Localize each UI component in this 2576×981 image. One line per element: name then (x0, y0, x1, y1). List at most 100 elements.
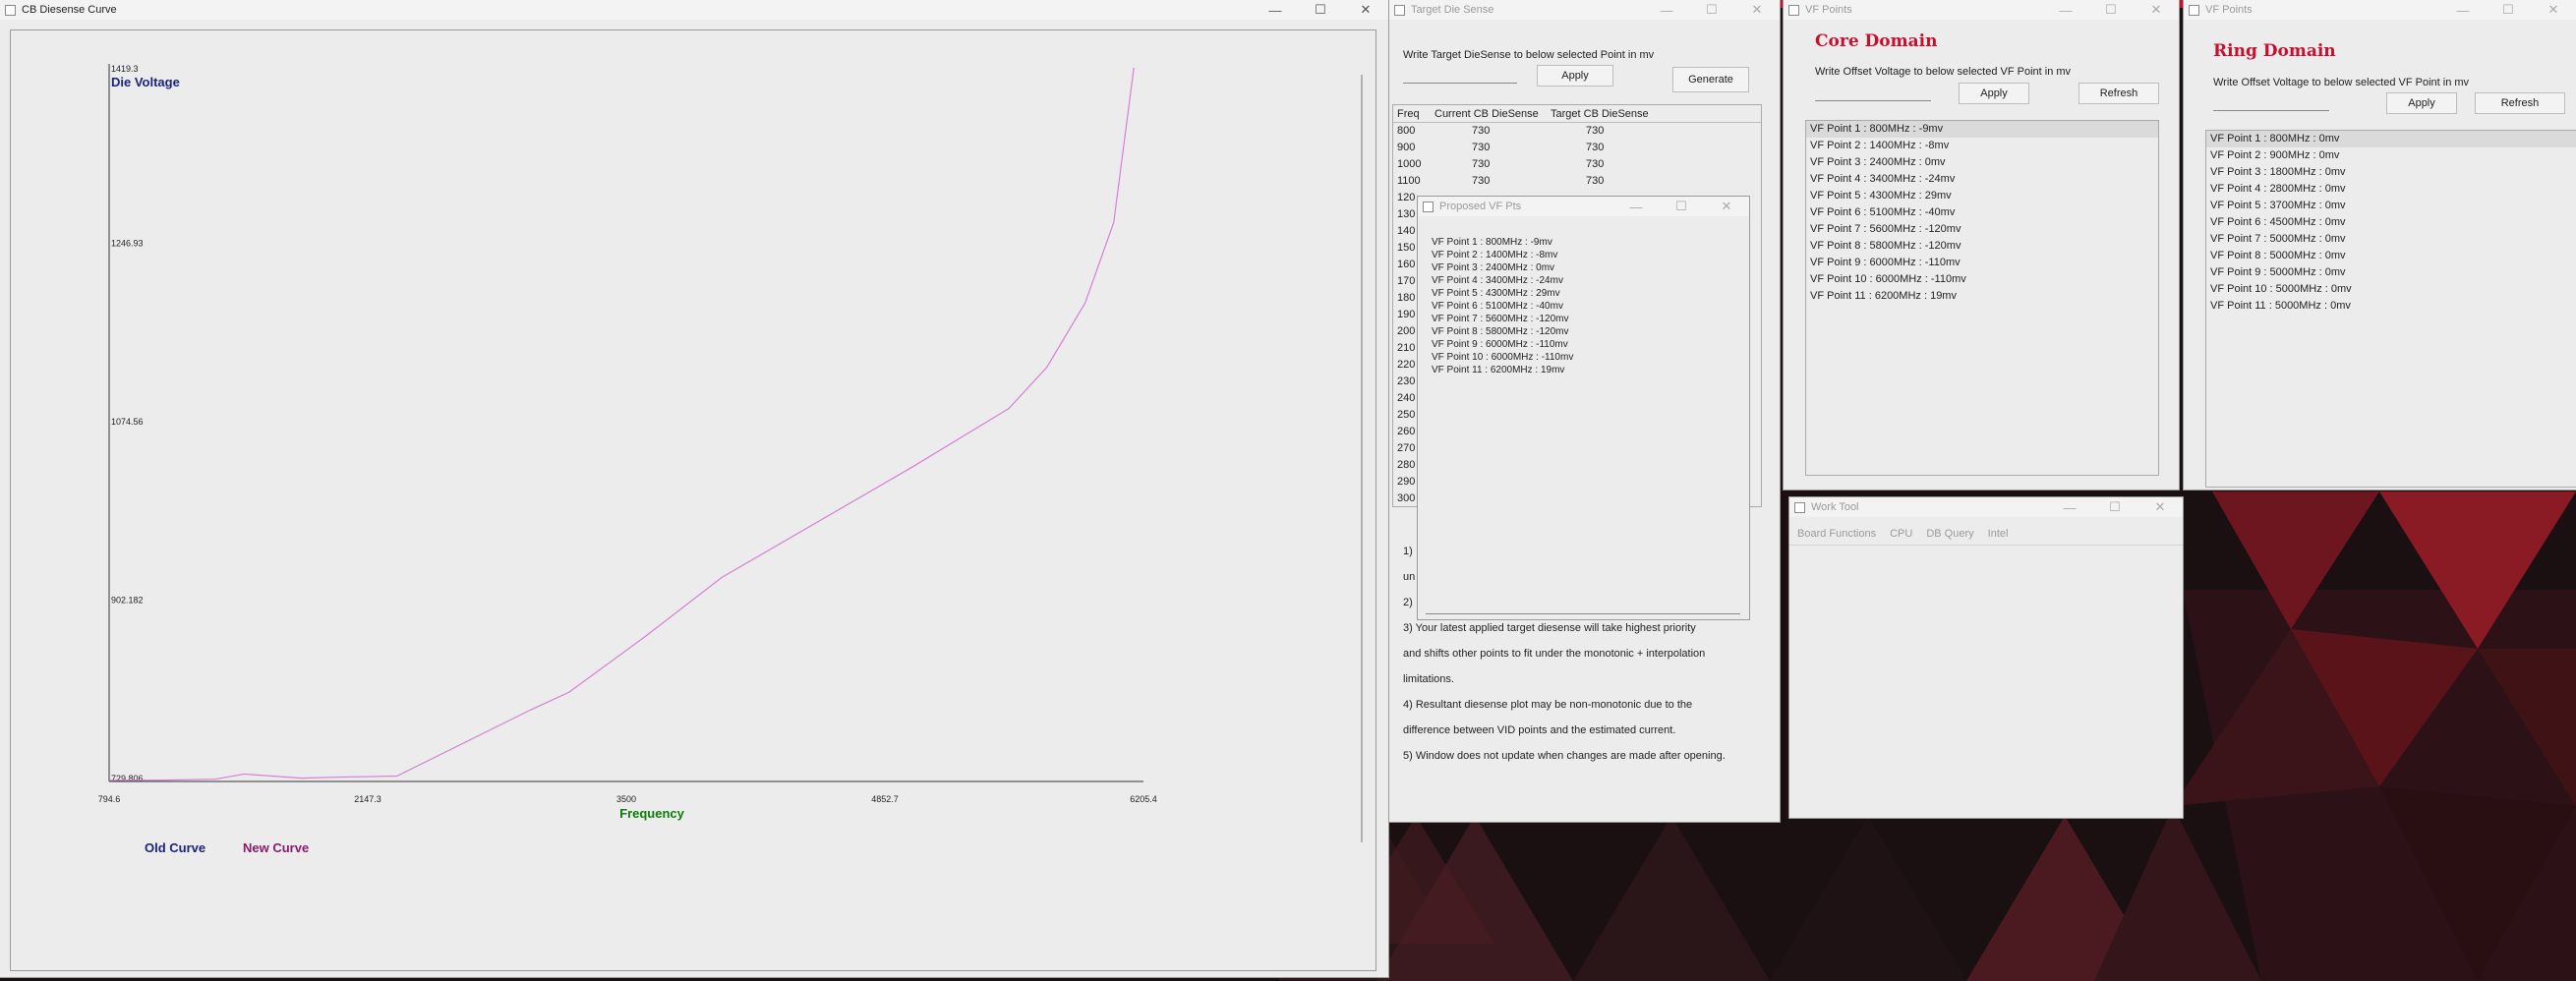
core-offset-input[interactable] (1815, 87, 1931, 101)
close-icon[interactable]: ✕ (1704, 197, 1749, 216)
close-icon[interactable]: ✕ (1734, 0, 1780, 20)
menu-intel[interactable]: Intel (1988, 523, 2009, 545)
list-item[interactable]: VF Point 5 : 3700MHz : 0mv (2206, 198, 2576, 214)
list-item[interactable]: VF Point 9 : 6000MHz : -110mv (1806, 255, 2158, 271)
list-item[interactable]: VF Point 7 : 5000MHz : 0mv (2206, 231, 2576, 248)
app-icon (1794, 501, 1805, 513)
minimize-icon[interactable]: — (1253, 0, 1298, 20)
minimize-icon[interactable]: — (2440, 0, 2486, 20)
x-tick-label: 4852.7 (871, 794, 899, 804)
menu-db-query[interactable]: DB Query (1926, 523, 1973, 545)
maximize-icon[interactable]: ☐ (1298, 0, 1343, 20)
list-item[interactable]: VF Point 8 : 5800MHz : -120mv (1426, 325, 1740, 338)
proposed-vf-list[interactable]: VF Point 1 : 800MHz : -9mv VF Point 2 : 1… (1426, 236, 1740, 614)
core-vf-points-window: VF Points — ☐ ✕ Core Domain Write Offset… (1784, 0, 2179, 490)
ring-domain-heading: Ring Domain (2213, 41, 2336, 61)
generate-button[interactable]: Generate (1672, 67, 1749, 92)
maximize-icon[interactable]: ☐ (1689, 0, 1734, 20)
core-refresh-button[interactable]: Refresh (2078, 83, 2159, 104)
cell-freq: 280 (1397, 459, 1416, 471)
list-item[interactable]: VF Point 7 : 5600MHz : -120mv (1806, 221, 2158, 238)
list-item[interactable]: VF Point 10 : 6000MHz : -110mv (1426, 351, 1740, 364)
list-item[interactable]: VF Point 5 : 4300MHz : 29mv (1426, 287, 1740, 300)
list-item[interactable]: VF Point 4 : 2800MHz : 0mv (2206, 181, 2576, 198)
column-header-current[interactable]: Current CB DieSense (1434, 108, 1539, 120)
list-item[interactable]: VF Point 10 : 5000MHz : 0mv (2206, 281, 2576, 298)
ring-instruction: Write Offset Voltage to below selected V… (2213, 77, 2470, 88)
minimize-icon[interactable]: — (1644, 0, 1689, 20)
list-item[interactable]: VF Point 8 : 5000MHz : 0mv (2206, 248, 2576, 264)
minimize-icon[interactable]: — (1613, 197, 1659, 216)
ring-apply-button[interactable]: Apply (2386, 92, 2457, 114)
ring-vf-list[interactable]: VF Point 1 : 800MHz : 0mv VF Point 2 : 90… (2205, 130, 2576, 488)
list-item[interactable]: VF Point 1 : 800MHz : 0mv (2206, 131, 2576, 147)
close-icon[interactable]: ✕ (2137, 497, 2183, 517)
list-item[interactable]: VF Point 6 : 5100MHz : -40mv (1806, 204, 2158, 221)
list-item[interactable]: VF Point 6 : 4500MHz : 0mv (2206, 214, 2576, 231)
proposed-titlebar[interactable]: Proposed VF Pts — ☐ ✕ (1418, 197, 1749, 216)
target-input[interactable] (1403, 69, 1517, 84)
column-header-target[interactable]: Target CB DieSense (1551, 108, 1649, 120)
core-vf-list[interactable]: VF Point 1 : 800MHz : -9mv VF Point 2 : 1… (1805, 120, 2159, 476)
apply-button[interactable]: Apply (1537, 65, 1613, 87)
cell-freq: 900 (1397, 142, 1416, 153)
work-tool-titlebar[interactable]: Work Tool — ☐ ✕ (1789, 497, 2183, 517)
list-item[interactable]: VF Point 9 : 5000MHz : 0mv (2206, 264, 2576, 281)
list-item[interactable]: VF Point 10 : 6000MHz : -110mv (1806, 271, 2158, 288)
core-titlebar[interactable]: VF Points — ☐ ✕ (1784, 0, 2179, 20)
menu-board-functions[interactable]: Board Functions (1797, 523, 1876, 545)
list-item[interactable]: VF Point 4 : 3400MHz : -24mv (1426, 274, 1740, 287)
table-row[interactable]: 1000 730 730 (1393, 156, 1761, 173)
cell-freq: 170 (1397, 275, 1416, 287)
list-item[interactable]: VF Point 11 : 5000MHz : 0mv (2206, 298, 2576, 315)
note-line: 5) Window does not update when changes a… (1403, 750, 1726, 762)
table-row[interactable]: 1100 730 730 (1393, 173, 1761, 190)
list-item[interactable]: VF Point 2 : 1400MHz : -8mv (1426, 249, 1740, 261)
maximize-icon[interactable]: ☐ (2092, 497, 2137, 517)
column-header-freq[interactable]: Freq (1397, 108, 1420, 120)
cell-current: 730 (1472, 158, 1491, 170)
minimize-icon[interactable]: — (2043, 0, 2088, 20)
list-item[interactable]: VF Point 9 : 6000MHz : -110mv (1426, 338, 1740, 351)
close-icon[interactable]: ✕ (1343, 0, 1388, 20)
ring-refresh-button[interactable]: Refresh (2475, 92, 2565, 114)
list-item[interactable]: VF Point 1 : 800MHz : -9mv (1426, 236, 1740, 249)
list-item[interactable]: VF Point 3 : 2400MHz : 0mv (1426, 261, 1740, 274)
cell-current: 730 (1472, 142, 1491, 153)
cell-freq: 200 (1397, 325, 1416, 337)
target-titlebar[interactable]: Target Die Sense — ☐ ✕ (1389, 0, 1780, 20)
close-icon[interactable]: ✕ (2531, 0, 2576, 20)
close-icon[interactable]: ✕ (2134, 0, 2179, 20)
minimize-icon[interactable]: — (2047, 497, 2092, 517)
core-apply-button[interactable]: Apply (1959, 83, 2029, 104)
maximize-icon[interactable]: ☐ (1659, 197, 1704, 216)
table-row[interactable]: 800 730 730 (1393, 123, 1761, 140)
diesense-curve-titlebar[interactable]: CB Diesense Curve — ☐ ✕ (0, 0, 1388, 20)
cell-freq: 220 (1397, 359, 1416, 371)
table-row[interactable]: 900 730 730 (1393, 140, 1761, 156)
list-item[interactable]: VF Point 11 : 6200MHz : 19mv (1426, 364, 1740, 376)
ring-titlebar[interactable]: VF Points — ☐ ✕ (2184, 0, 2576, 20)
maximize-icon[interactable]: ☐ (2088, 0, 2134, 20)
list-item[interactable]: VF Point 2 : 1400MHz : -8mv (1806, 138, 2158, 154)
list-item[interactable]: VF Point 8 : 5800MHz : -120mv (1806, 238, 2158, 255)
list-item[interactable]: VF Point 1 : 800MHz : -9mv (1806, 121, 2158, 138)
list-item[interactable]: VF Point 3 : 1800MHz : 0mv (2206, 164, 2576, 181)
y-tick-label: 1419.3 (111, 64, 139, 74)
list-item[interactable]: VF Point 2 : 900MHz : 0mv (2206, 147, 2576, 164)
list-item[interactable]: VF Point 6 : 5100MHz : -40mv (1426, 300, 1740, 313)
maximize-icon[interactable]: ☐ (2486, 0, 2531, 20)
list-item[interactable]: VF Point 11 : 6200MHz : 19mv (1806, 288, 2158, 305)
y-tick-label: 1074.56 (111, 417, 144, 427)
list-item[interactable]: VF Point 7 : 5600MHz : -120mv (1426, 313, 1740, 325)
legend-new-curve: New Curve (243, 840, 309, 855)
list-item[interactable]: VF Point 3 : 2400MHz : 0mv (1806, 154, 2158, 171)
ring-offset-input[interactable] (2213, 96, 2329, 111)
list-item[interactable]: VF Point 5 : 4300MHz : 29mv (1806, 188, 2158, 204)
menu-cpu[interactable]: CPU (1890, 523, 1912, 545)
cell-freq: 290 (1397, 476, 1416, 488)
window-title: Work Tool (1811, 501, 1859, 513)
list-item[interactable]: VF Point 4 : 3400MHz : -24mv (1806, 171, 2158, 188)
cell-freq: 800 (1397, 125, 1416, 137)
app-icon (1423, 201, 1434, 212)
